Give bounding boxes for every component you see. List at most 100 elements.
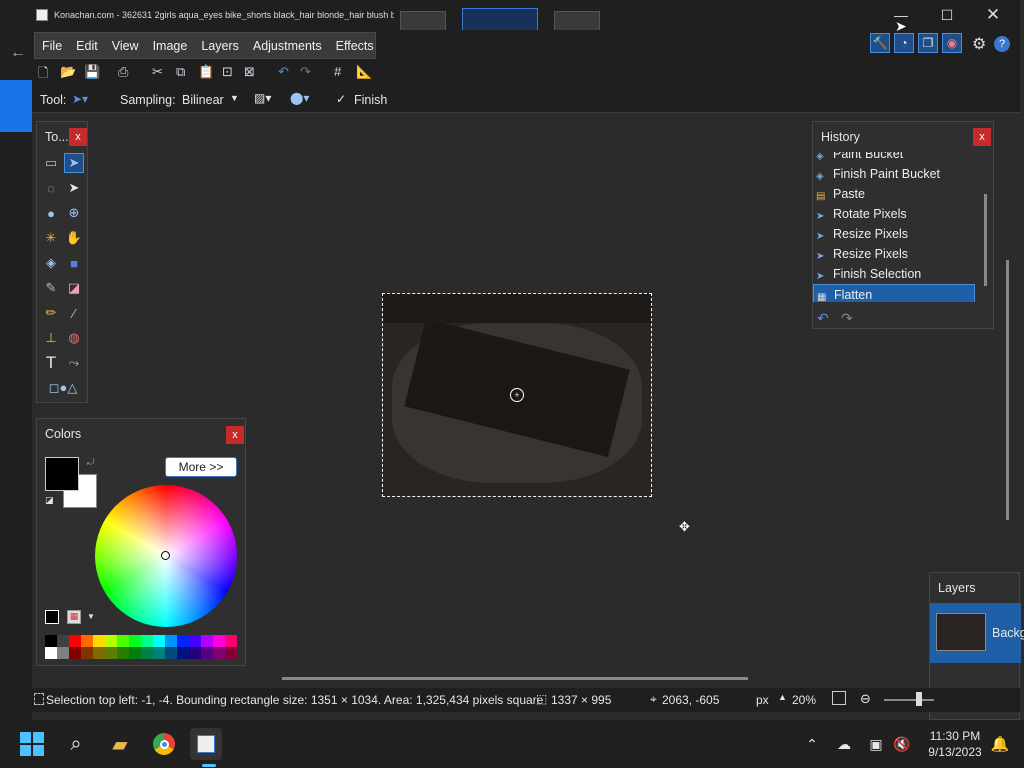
history-item[interactable]: ➤ Resize Pixels xyxy=(813,244,975,264)
eraser-icon[interactable]: ◪ xyxy=(64,278,84,298)
blend-mode-icon[interactable]: ⬤▾ xyxy=(290,91,309,105)
gradient-icon[interactable]: ■ xyxy=(64,253,84,273)
new-file-icon[interactable]: 🗋 xyxy=(38,64,48,86)
maximize-icon[interactable]: ☐ xyxy=(924,0,970,30)
zoom-to-window-icon[interactable] xyxy=(832,691,846,705)
checkmark-icon[interactable]: ✓ xyxy=(336,92,346,106)
color-wheel-cursor[interactable] xyxy=(161,551,170,560)
search-icon[interactable]: ⌕ xyxy=(60,728,92,760)
sampling-dropdown[interactable]: Bilinear xyxy=(182,93,224,107)
close-icon[interactable]: x xyxy=(973,128,991,146)
horizontal-scrollbar[interactable] xyxy=(282,677,748,680)
redo-icon[interactable]: ↷ xyxy=(300,64,311,80)
ellipse-select-icon[interactable]: ● xyxy=(41,203,61,223)
palette-swatch[interactable] xyxy=(45,635,57,647)
palette-swatch[interactable] xyxy=(153,635,165,647)
swap-colors-icon[interactable]: ⤾ xyxy=(87,457,95,468)
ruler-icon[interactable]: 📐 xyxy=(356,64,372,80)
close-icon[interactable]: ✕ xyxy=(970,0,1016,30)
clock-date[interactable]: 9/13/2023 xyxy=(922,745,988,759)
copy-icon[interactable]: ⧉ xyxy=(176,64,185,80)
close-icon[interactable]: x xyxy=(226,426,244,444)
pencil-icon[interactable]: ✏ xyxy=(41,303,61,323)
palette-swatch[interactable] xyxy=(57,647,69,659)
tools-window-icon[interactable]: 🔨 xyxy=(870,33,890,53)
line-curve-icon[interactable]: ⤳ xyxy=(64,353,84,373)
paint-bucket-icon[interactable]: ◈ xyxy=(41,253,61,273)
paint-net-taskbar-icon[interactable] xyxy=(190,728,222,760)
palette-swatch[interactable] xyxy=(165,635,177,647)
zoom-slider[interactable] xyxy=(884,699,934,701)
menu-effects[interactable]: Effects xyxy=(329,39,381,53)
history-scrollbar[interactable] xyxy=(984,194,987,286)
palette-swatch[interactable] xyxy=(69,647,81,659)
menu-image[interactable]: Image xyxy=(146,39,195,53)
back-arrow-icon[interactable]: ← xyxy=(10,44,26,62)
history-item[interactable]: ➤ Resize Pixels xyxy=(813,224,975,244)
layer-row[interactable]: Backg xyxy=(930,603,1024,663)
palette-swatch[interactable] xyxy=(81,647,93,659)
pan-hand-icon[interactable]: ✋ xyxy=(64,228,84,248)
deselect-icon[interactable]: ⊠ xyxy=(244,64,255,80)
redo-icon[interactable]: ↷ xyxy=(841,310,853,327)
move-selected-icon[interactable]: ➤ xyxy=(64,178,84,198)
chevron-down-icon[interactable]: ▼ xyxy=(87,612,95,621)
shapes-icon[interactable]: ◻●△ xyxy=(45,378,81,398)
rotation-handle-icon[interactable]: + xyxy=(510,388,524,402)
palette-icon[interactable]: ▦ xyxy=(67,610,81,624)
palette-swatch[interactable] xyxy=(225,647,237,659)
palette-swatch[interactable] xyxy=(213,635,225,647)
history-item[interactable]: ➤ Finish Selection xyxy=(813,264,975,284)
history-item[interactable]: ▤ Paste xyxy=(813,184,975,204)
add-color-icon[interactable] xyxy=(45,610,59,624)
recolor-icon[interactable]: ◍ xyxy=(64,328,84,348)
save-icon[interactable]: 💾 xyxy=(84,64,100,80)
palette-swatch[interactable] xyxy=(213,647,225,659)
close-icon[interactable]: x xyxy=(69,128,87,146)
palette-swatch[interactable] xyxy=(45,647,57,659)
units-dropdown[interactable]: px xyxy=(756,693,769,707)
palette-swatch[interactable] xyxy=(177,635,189,647)
paste-icon[interactable]: 📋 xyxy=(198,64,214,80)
palette-swatch[interactable] xyxy=(141,635,153,647)
print-icon[interactable]: ⎙ xyxy=(118,64,128,80)
color-picker-icon[interactable]: ⁄ xyxy=(64,303,84,323)
file-explorer-icon[interactable]: ▰ xyxy=(104,728,136,760)
chevron-up-icon[interactable]: ⌃ xyxy=(796,728,828,760)
lasso-select-icon[interactable]: ◌ xyxy=(41,178,61,198)
magic-wand-icon[interactable]: ✳ xyxy=(41,228,61,248)
palette-swatch[interactable] xyxy=(69,635,81,647)
palette-swatch[interactable] xyxy=(129,635,141,647)
start-windows-icon[interactable] xyxy=(16,728,48,760)
palette-swatch[interactable] xyxy=(117,647,129,659)
vertical-scrollbar[interactable] xyxy=(1006,260,1009,520)
cut-icon[interactable]: ✂ xyxy=(152,64,163,80)
palette-swatch[interactable] xyxy=(189,635,201,647)
palette-swatch[interactable] xyxy=(93,635,105,647)
history-item[interactable]: ◈ Paint Bucket xyxy=(813,152,975,164)
palette-swatch[interactable] xyxy=(165,647,177,659)
history-item[interactable]: ◈ Finish Paint Bucket xyxy=(813,164,975,184)
palette-swatch[interactable] xyxy=(153,647,165,659)
clone-stamp-icon[interactable]: ⊥ xyxy=(41,328,61,348)
palette-swatch[interactable] xyxy=(105,635,117,647)
history-window-icon[interactable]: ◔ xyxy=(894,33,914,53)
palette-swatch[interactable] xyxy=(57,635,69,647)
move-selection-tool-icon[interactable]: ➤▾ xyxy=(72,92,88,106)
palette-swatch[interactable] xyxy=(177,647,189,659)
palette-swatch[interactable] xyxy=(81,635,93,647)
palette-swatch[interactable] xyxy=(93,647,105,659)
text-tool-icon[interactable]: T xyxy=(41,353,61,373)
crop-icon[interactable]: ⊡ xyxy=(222,64,233,80)
undo-icon[interactable]: ↶ xyxy=(278,64,289,80)
move-selection-icon[interactable]: ➤ xyxy=(64,153,84,173)
help-icon[interactable]: ? xyxy=(994,36,1010,52)
zoom-slider-thumb[interactable] xyxy=(916,692,922,706)
menu-view[interactable]: View xyxy=(105,39,146,53)
chevron-down-icon[interactable]: ▼ xyxy=(230,93,239,103)
palette-swatch[interactable] xyxy=(201,635,213,647)
reset-colors-icon[interactable]: ◪ xyxy=(45,495,54,506)
zoom-out-icon[interactable]: ⊖ xyxy=(860,691,871,707)
grid-icon[interactable]: # xyxy=(334,64,341,79)
finish-button[interactable]: Finish xyxy=(354,93,387,107)
